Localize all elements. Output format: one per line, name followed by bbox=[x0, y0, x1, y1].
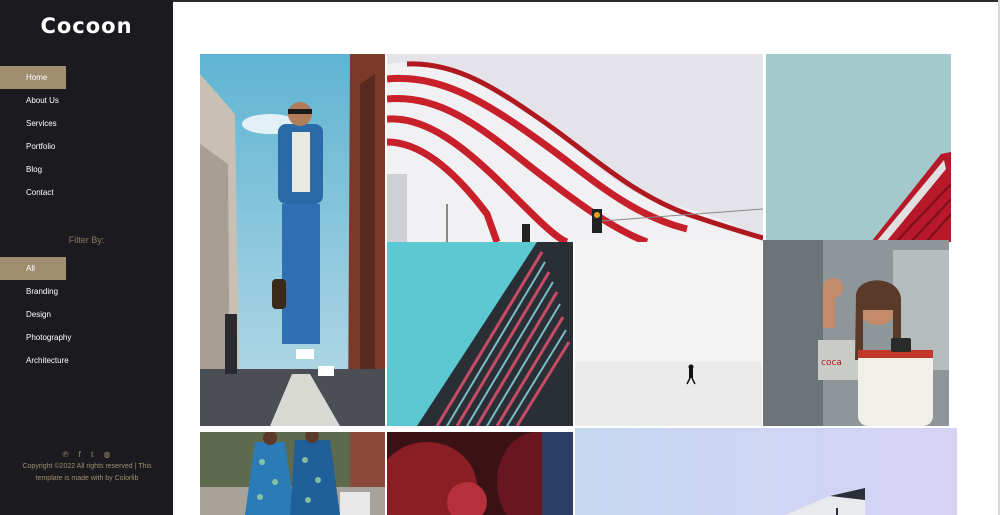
man-in-blue-suit-photo[interactable] bbox=[200, 54, 385, 426]
svg-text:coca: coca bbox=[821, 358, 842, 368]
photo-grid: coca bbox=[0, 0, 1000, 515]
patterned-outfits-photo[interactable] bbox=[200, 432, 385, 515]
red-white-striped-building-photo[interactable] bbox=[387, 54, 763, 242]
person-in-snow-photo[interactable] bbox=[575, 242, 762, 426]
teal-skyscraper-photo[interactable] bbox=[387, 242, 573, 426]
red-figure-photo[interactable] bbox=[387, 432, 573, 515]
red-building-corner-photo[interactable] bbox=[766, 54, 951, 242]
building-against-sky-photo[interactable] bbox=[575, 428, 957, 515]
woman-with-camera-photo[interactable]: coca bbox=[763, 240, 949, 426]
